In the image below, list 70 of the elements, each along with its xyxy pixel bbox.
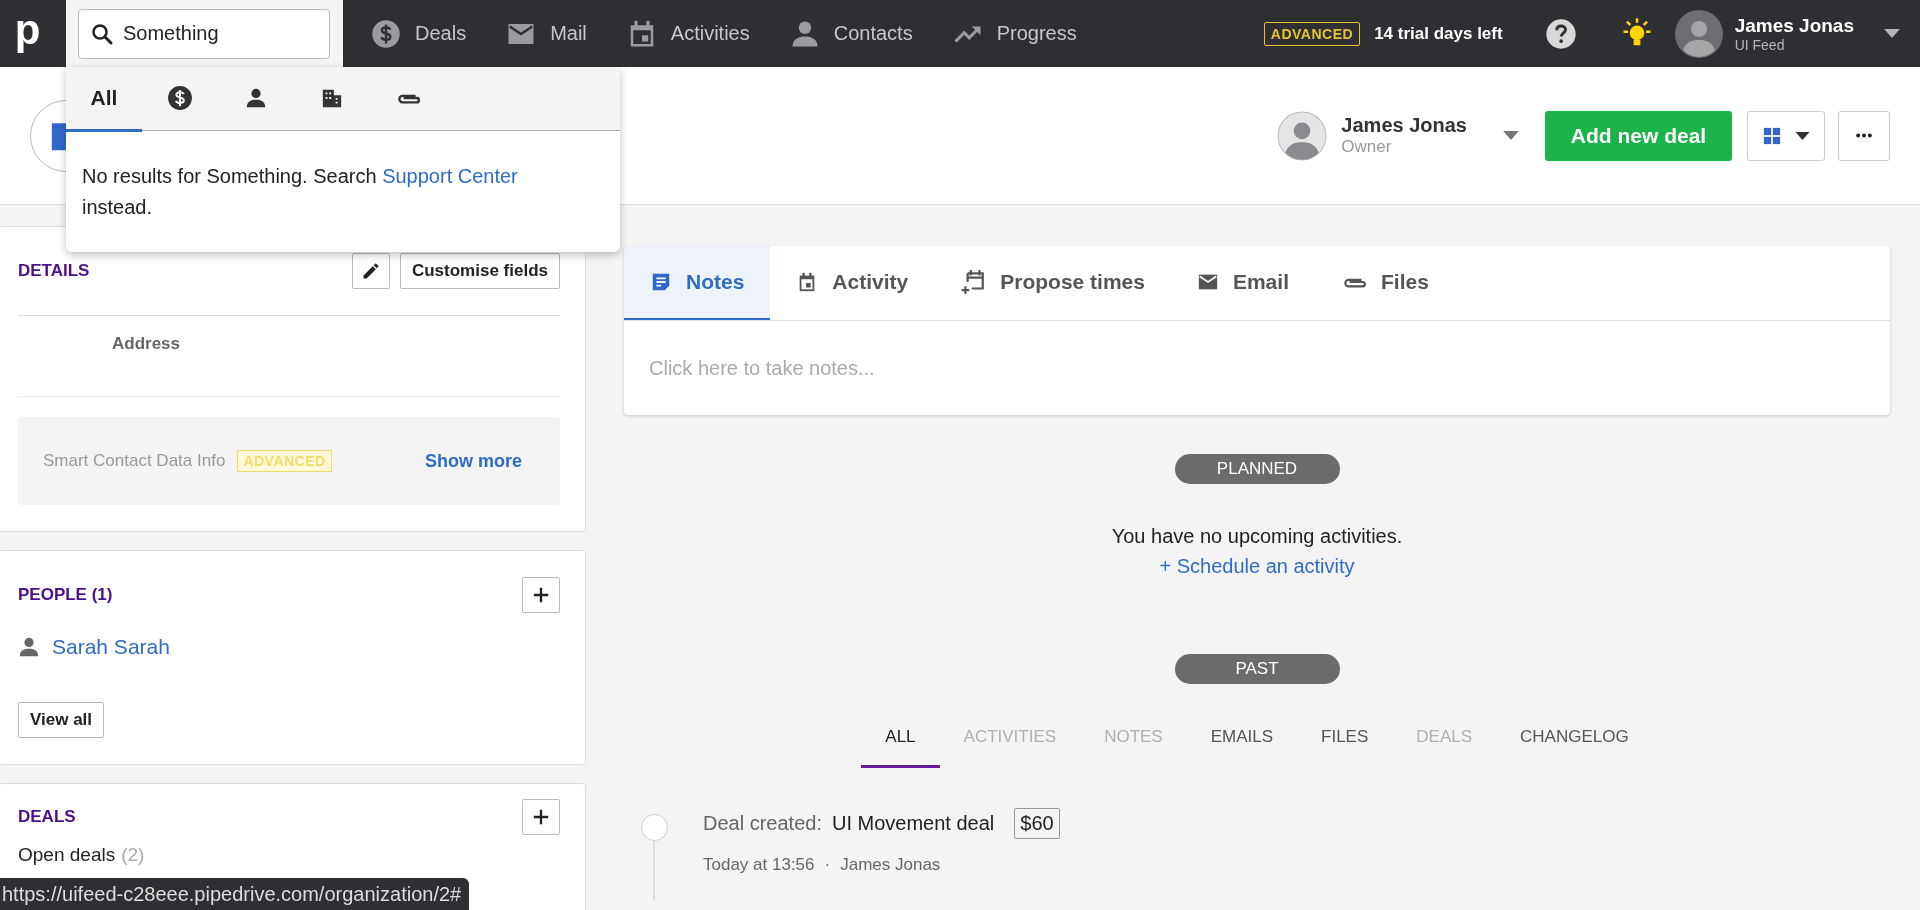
composer-tab[interactable]: Activity [770, 246, 935, 320]
dollar-icon [167, 84, 193, 111]
smart-data-label: Smart Contact Data Info [43, 451, 226, 471]
view-all-button[interactable]: View all [18, 702, 105, 738]
grid-icon [1762, 126, 1781, 145]
show-more-link[interactable]: Show more [425, 450, 522, 472]
add-button[interactable] [522, 577, 560, 613]
composer-tab[interactable]: Notes [624, 246, 771, 320]
caret-icon[interactable] [1884, 29, 1900, 38]
plan-badge: ADVANCED [237, 450, 332, 472]
event-type: Deal created: [703, 812, 822, 835]
filter-tab[interactable]: CHANGELOG [1496, 727, 1653, 768]
composer-tab[interactable]: Propose times [934, 246, 1171, 320]
note-icon [650, 271, 672, 293]
empty-state-text: You have no upcoming activities. [1111, 525, 1403, 548]
deal-link[interactable]: UI Movement deal [831, 812, 995, 835]
planned-pill: PLANNED [1174, 454, 1340, 484]
caret-icon[interactable] [1503, 131, 1519, 140]
nav-item[interactable]: Deals [371, 18, 467, 49]
person-icon [18, 636, 40, 658]
open-deals-label[interactable]: Open deals [18, 844, 116, 866]
support-center-link[interactable]: Support Center [382, 165, 518, 187]
nav-item[interactable]: Activities [626, 18, 750, 49]
more-icon [1855, 133, 1873, 138]
open-deals-count: (2) [121, 844, 145, 866]
past-pill: PAST [1174, 654, 1340, 684]
field-label: Address [112, 334, 181, 353]
trial-days-text: 14 trial days left [1374, 23, 1503, 44]
plan-badge: ADVANCED [1263, 21, 1361, 46]
add-button[interactable] [522, 799, 560, 835]
user-name[interactable]: James Jonas [1734, 14, 1854, 37]
calendar-add-icon [960, 269, 987, 295]
composer-tab[interactable]: Files [1314, 246, 1455, 320]
owner-name[interactable]: James Jonas [1341, 114, 1467, 137]
filter-tab[interactable]: FILES [1297, 727, 1393, 768]
user-avatar[interactable] [1674, 9, 1723, 58]
person-link[interactable]: Sarah Sarah [52, 635, 170, 659]
search-filter-tab[interactable]: All [66, 67, 142, 132]
person-icon [245, 86, 267, 109]
help-icon[interactable] [1544, 17, 1577, 50]
section-title: DETAILS [18, 261, 90, 281]
no-results-message: No results for Something. Search Support Center instead. [82, 164, 519, 220]
section-title: PEOPLE (1) [18, 585, 113, 605]
nav-item[interactable]: Progress [952, 18, 1077, 49]
plus-icon [532, 586, 550, 604]
search-field[interactable]: Something [78, 8, 330, 59]
timeline-dot [640, 814, 668, 841]
plus-icon [532, 808, 550, 826]
nav-item[interactable]: Mail [506, 18, 587, 49]
filter-tab[interactable]: ALL [861, 727, 940, 768]
event-time: Today at 13:56 [703, 855, 815, 875]
company-name: UI Feed [1734, 36, 1786, 53]
dollar-icon [371, 18, 401, 49]
deal-amount: $60 [1014, 808, 1060, 839]
url-tooltip: https://uifeed-c28eee.pipedrive.com/organization/2# [0, 878, 470, 910]
caret-icon [1794, 131, 1810, 140]
logo[interactable]: p [0, 0, 55, 67]
customise-fields-button[interactable]: Customise fields [399, 253, 560, 289]
edit-button[interactable] [351, 253, 390, 289]
composer-tab[interactable]: Email [1170, 246, 1315, 320]
event-user: James Jonas [840, 855, 941, 875]
view-switch-button[interactable] [1747, 110, 1825, 161]
owner-avatar [1277, 110, 1328, 161]
schedule-activity-link[interactable]: + Schedule an activity [1159, 555, 1355, 578]
nav-item[interactable]: Contacts [789, 18, 913, 49]
search-icon [90, 21, 114, 46]
section-title: DEALS [18, 807, 76, 827]
separator-dot: · [824, 855, 831, 875]
filter-tab[interactable]: EMAILS [1186, 727, 1298, 768]
owner-role: Owner [1341, 137, 1393, 157]
